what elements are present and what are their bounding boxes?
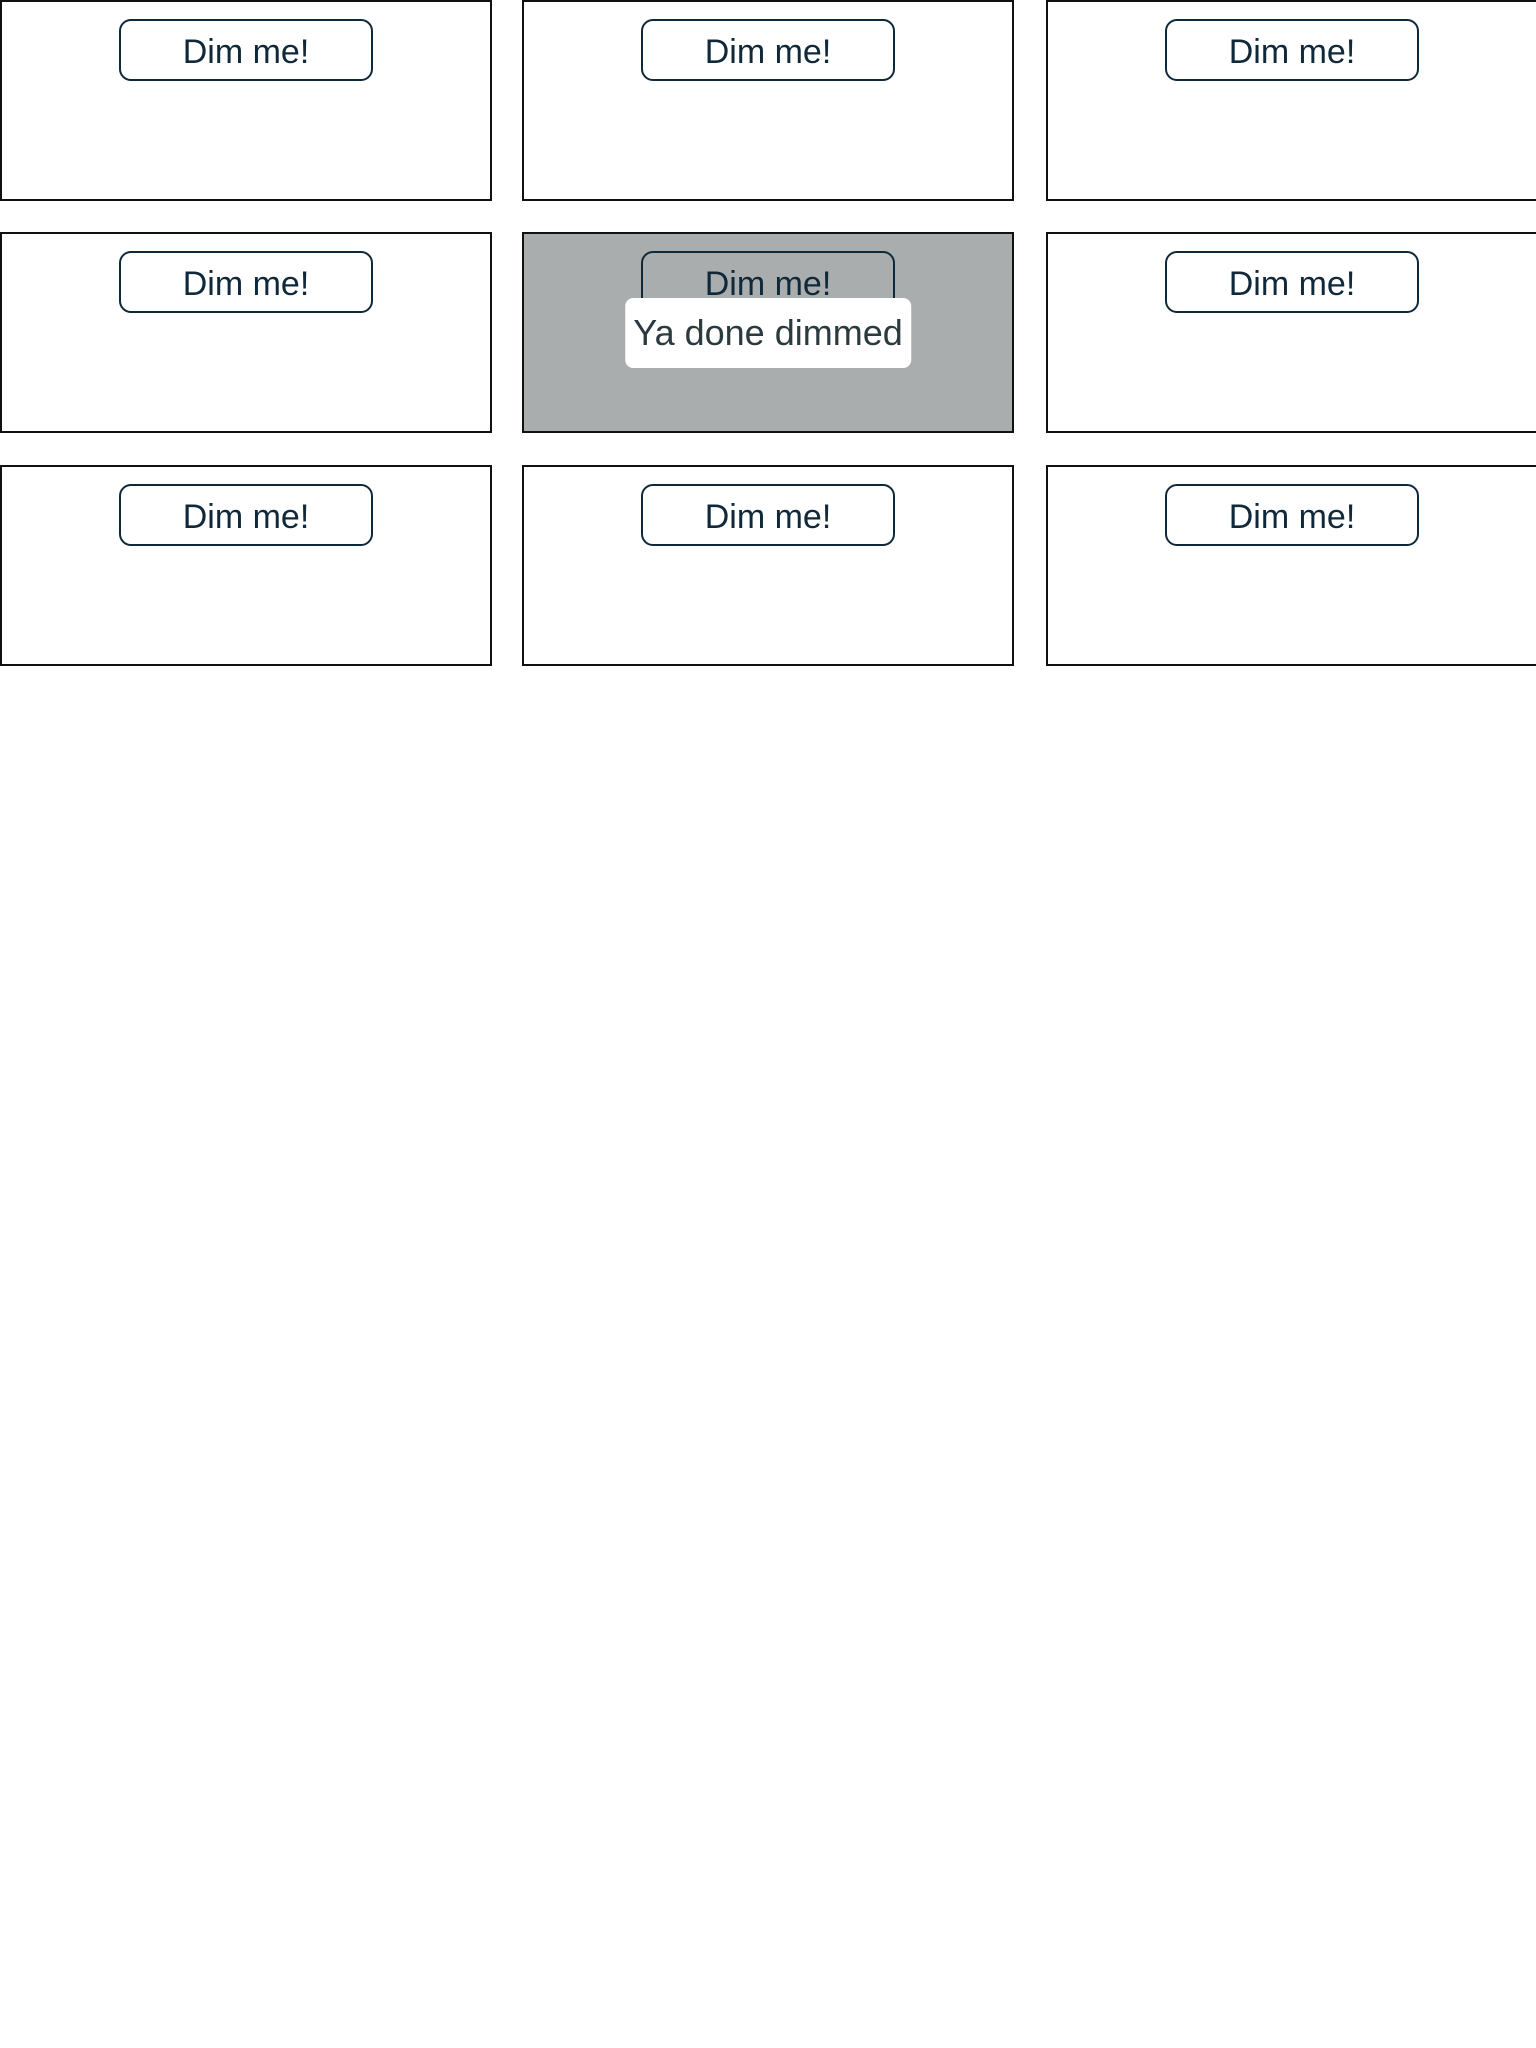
dim-button[interactable]: Dim me! (119, 484, 373, 546)
dim-button[interactable]: Dim me! (641, 484, 895, 546)
card-1: Dim me! (0, 0, 492, 201)
card-5-dimmed: Dim me! Ya done dimmed (522, 232, 1014, 433)
dim-button[interactable]: Dim me! (1165, 19, 1419, 81)
card-8: Dim me! (522, 465, 1014, 666)
dimmed-message: Ya done dimmed (625, 298, 911, 368)
card-4: Dim me! (0, 232, 492, 433)
dim-button[interactable]: Dim me! (119, 19, 373, 81)
dim-button[interactable]: Dim me! (1165, 484, 1419, 546)
dim-button[interactable]: Dim me! (641, 19, 895, 81)
dim-button[interactable]: Dim me! (119, 251, 373, 313)
dim-button[interactable]: Dim me! (1165, 251, 1419, 313)
card-9: Dim me! (1046, 465, 1536, 666)
card-2: Dim me! (522, 0, 1014, 201)
card-3: Dim me! (1046, 0, 1536, 201)
card-6: Dim me! (1046, 232, 1536, 433)
card-7: Dim me! (0, 465, 492, 666)
